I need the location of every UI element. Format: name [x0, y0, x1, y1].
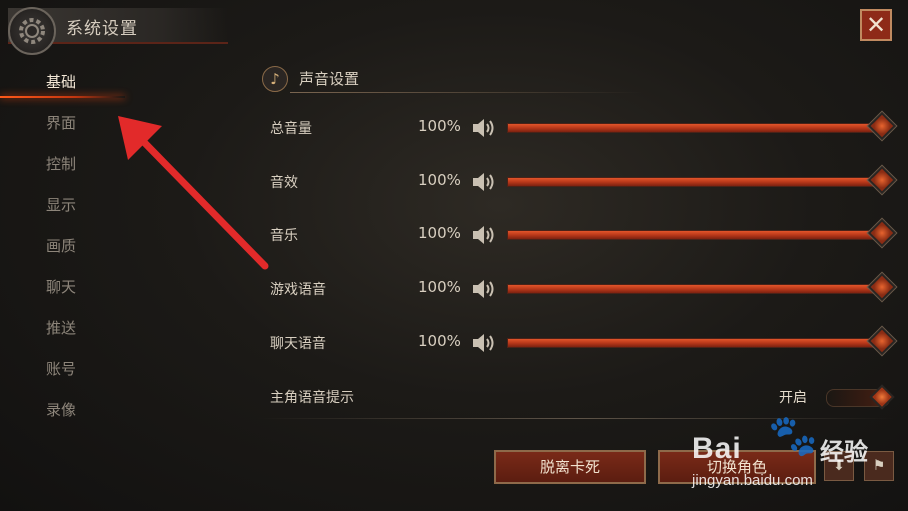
slider-knob[interactable]	[866, 164, 898, 196]
watermark-cn: 经验	[820, 438, 868, 466]
volume-percent: 100%	[418, 278, 461, 296]
slider-fill	[508, 231, 876, 239]
red-arrow-annotation	[118, 116, 269, 270]
volume-row-music: 音乐 100%	[270, 217, 898, 249]
toggle-knob	[869, 384, 895, 410]
close-button[interactable]: ✕	[860, 9, 892, 41]
slider-fill	[508, 178, 876, 186]
sidebar-item-label: 聊天	[46, 278, 77, 296]
sidebar-item-recording[interactable]: 录像	[0, 390, 200, 431]
sidebar-item-label: 录像	[46, 401, 77, 419]
sidebar-item-push[interactable]: 推送	[0, 308, 200, 349]
row-label: 游戏语音	[270, 282, 326, 298]
hero-voice-row: 主角语音提示 开启	[270, 384, 896, 410]
volume-slider[interactable]	[507, 284, 877, 294]
paw-icon: 🐾	[768, 413, 818, 459]
speaker-icon[interactable]	[471, 278, 497, 300]
volume-row-game-voice: 游戏语音 100%	[270, 271, 898, 303]
window-title: 系统设置	[66, 19, 138, 39]
slider-knob[interactable]	[866, 110, 898, 142]
section-title: 声音设置	[299, 70, 360, 88]
toggle-state: 开启	[779, 390, 807, 406]
slider-knob[interactable]	[866, 271, 898, 303]
sidebar-item-label: 界面	[46, 114, 77, 132]
volume-percent: 100%	[418, 332, 461, 350]
row-label: 主角语音提示	[270, 390, 354, 406]
volume-row-sfx: 音效 100%	[270, 164, 898, 196]
slider-fill	[508, 285, 876, 293]
hero-voice-toggle[interactable]	[826, 384, 895, 410]
speaker-icon[interactable]	[471, 117, 497, 139]
section-divider	[290, 92, 642, 93]
slider-fill	[508, 124, 876, 132]
slider-knob[interactable]	[866, 217, 898, 249]
sidebar-item-label: 控制	[46, 155, 77, 173]
volume-row-chat-voice: 聊天语音 100%	[270, 325, 898, 357]
volume-percent: 100%	[418, 171, 461, 189]
baidu-watermark: Bai 🐾 经验 jingyan.baidu.com	[692, 412, 892, 502]
speaker-icon[interactable]	[471, 332, 497, 354]
close-icon: ✕	[865, 11, 887, 39]
volume-slider[interactable]	[507, 230, 877, 240]
watermark-url: jingyan.baidu.com	[692, 472, 813, 489]
unstuck-button[interactable]: 脱离卡死	[494, 450, 646, 484]
volume-slider[interactable]	[507, 177, 877, 187]
slider-knob[interactable]	[866, 325, 898, 357]
sidebar-item-label: 基础	[46, 73, 77, 91]
sidebar-item-label: 显示	[46, 196, 77, 214]
watermark-brand: Bai	[692, 432, 742, 465]
music-note-icon: ♪	[262, 66, 288, 92]
sidebar-item-label: 推送	[46, 319, 77, 337]
sidebar-item-account[interactable]: 账号	[0, 349, 200, 390]
section-header: ♪ 声音设置	[262, 64, 642, 94]
gear-icon	[8, 7, 56, 55]
volume-percent: 100%	[418, 224, 461, 242]
volume-slider[interactable]	[507, 123, 877, 133]
speaker-icon[interactable]	[471, 171, 497, 193]
speaker-icon[interactable]	[471, 224, 497, 246]
sidebar-item-label: 画质	[46, 237, 77, 255]
row-label: 聊天语音	[270, 336, 326, 352]
volume-slider[interactable]	[507, 338, 877, 348]
sidebar-item-label: 账号	[46, 360, 77, 378]
volume-row-master: 总音量 100%	[270, 110, 898, 142]
slider-fill	[508, 339, 876, 347]
sidebar-item-basic[interactable]: 基础	[0, 62, 200, 103]
volume-percent: 100%	[418, 117, 461, 135]
